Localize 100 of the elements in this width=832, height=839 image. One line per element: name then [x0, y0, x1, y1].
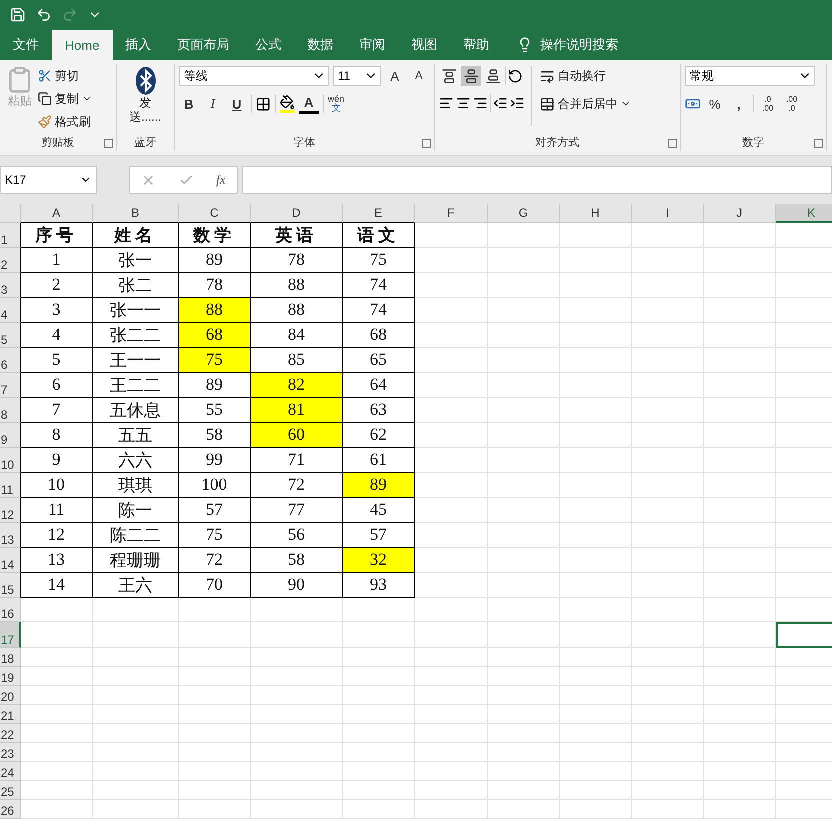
ribbon-tab[interactable]: 数据 [294, 30, 347, 60]
comma-button[interactable]: , [729, 94, 749, 114]
row-header[interactable]: 11 [0, 473, 21, 498]
group-label: 数字 [742, 136, 766, 151]
table-cell: 2 [21, 273, 93, 298]
wrap-text-button[interactable]: 自动换行 [538, 66, 633, 86]
table-cell: 61 [343, 448, 415, 473]
table-cell: 6 [21, 373, 93, 398]
table-cell: 75 [179, 523, 251, 548]
phonetic-label[interactable]: 文 [332, 104, 341, 113]
insert-function-button[interactable]: fx [216, 172, 226, 188]
name-box[interactable]: K17 [0, 166, 97, 194]
row-header[interactable]: 12 [0, 498, 21, 523]
percent-button[interactable]: % [705, 94, 725, 114]
underline-button[interactable]: U [227, 94, 247, 114]
column-header[interactable]: B [93, 204, 179, 223]
row-header[interactable]: 16 [0, 598, 21, 622]
row-header[interactable]: 23 [0, 743, 21, 762]
ribbon-tab[interactable]: 视图 [398, 30, 451, 60]
copy-button[interactable]: 复制 [36, 89, 94, 109]
table-cell: 65 [343, 348, 415, 373]
table-cell: 82 [251, 373, 343, 398]
row-header[interactable]: 25 [0, 781, 21, 800]
table-cell: 81 [251, 398, 343, 423]
row-header[interactable]: 22 [0, 724, 21, 743]
phonetic-label[interactable]: wén [328, 95, 345, 104]
table-cell: 57 [179, 498, 251, 523]
cut-button[interactable]: 剪切 [36, 66, 94, 86]
increase-decimal-button[interactable]: .0 .00 [758, 94, 778, 114]
row-header[interactable]: 3 [0, 273, 21, 298]
font-color-button[interactable]: A [299, 94, 319, 114]
row-header[interactable]: 24 [0, 762, 21, 781]
merge-center-button[interactable]: 合并后居中 [538, 94, 633, 114]
table-cell: 8 [21, 423, 93, 448]
row-header[interactable]: 1 [0, 223, 21, 248]
table-cell: 72 [179, 548, 251, 573]
tell-me-search[interactable]: 操作说明搜索 [540, 36, 619, 54]
table-cell: 88 [251, 298, 343, 323]
row-header[interactable]: 9 [0, 423, 21, 448]
row-header[interactable]: 10 [0, 448, 21, 473]
ribbon-tab[interactable]: Home [52, 30, 113, 60]
ribbon-tab[interactable]: 文件 [0, 30, 52, 60]
table-cell: 13 [21, 548, 93, 573]
row-header[interactable]: 17 [0, 622, 21, 648]
font-name-field[interactable]: 等线 [179, 66, 329, 86]
column-header[interactable]: H [560, 204, 632, 223]
column-header[interactable]: E [343, 204, 415, 223]
column-header[interactable]: F [415, 204, 488, 223]
ribbon-tab[interactable]: 页面布局 [164, 30, 243, 60]
row-header[interactable]: 26 [0, 800, 21, 819]
font-size-field[interactable]: 11 [333, 66, 381, 86]
shrink-font-button[interactable]: A [409, 66, 429, 86]
table-cell: 89 [179, 373, 251, 398]
table-cell: 11 [21, 498, 93, 523]
row-header[interactable]: 14 [0, 548, 21, 573]
row-header[interactable]: 19 [0, 667, 21, 686]
ribbon-tab[interactable]: 帮助 [450, 30, 503, 60]
column-header[interactable]: D [251, 204, 343, 223]
table-cell: 六六 [93, 448, 179, 473]
table-cell: 78 [251, 248, 343, 273]
table-cell: 序号 [21, 223, 93, 248]
table-cell: 75 [343, 248, 415, 273]
grow-font-button[interactable]: A [385, 66, 405, 86]
column-header[interactable]: J [704, 204, 776, 223]
decrease-decimal-button[interactable]: .00 .0 [782, 94, 802, 114]
table-cell: 62 [343, 423, 415, 448]
row-header[interactable]: 6 [0, 348, 21, 373]
column-header[interactable]: I [632, 204, 704, 223]
group-label: 对齐方式 [534, 136, 580, 151]
row-header[interactable]: 15 [0, 573, 21, 598]
ribbon-tab[interactable]: 公式 [242, 30, 295, 60]
row-header[interactable]: 5 [0, 323, 21, 348]
table-cell: 32 [343, 548, 415, 573]
table-cell: 语文 [343, 223, 415, 248]
format-painter-button[interactable]: 格式刷 [36, 112, 94, 132]
table-cell: 7 [21, 398, 93, 423]
row-header[interactable]: 4 [0, 298, 21, 323]
table-cell: 63 [343, 398, 415, 423]
table-cell: 75 [179, 348, 251, 373]
italic-button[interactable]: I [203, 94, 223, 114]
column-header[interactable]: A [21, 204, 93, 223]
row-header[interactable]: 7 [0, 373, 21, 398]
bluetooth-send-button[interactable]: 发送...... [126, 66, 166, 133]
table-cell: 英语 [251, 223, 343, 248]
column-header[interactable]: G [488, 204, 560, 223]
column-header[interactable]: C [179, 204, 251, 223]
row-header[interactable]: 8 [0, 398, 21, 423]
row-header[interactable]: 13 [0, 523, 21, 548]
row-header[interactable]: 21 [0, 705, 21, 724]
row-header[interactable]: 2 [0, 248, 21, 273]
row-header[interactable]: 20 [0, 686, 21, 705]
column-header[interactable]: K [776, 204, 832, 223]
table-cell: 88 [251, 273, 343, 298]
ribbon-tab[interactable]: 审阅 [346, 30, 399, 60]
ribbon-tab[interactable]: 插入 [112, 30, 165, 60]
number-format-field[interactable]: 常规 [685, 66, 815, 86]
bold-button[interactable]: B [179, 94, 199, 114]
group-label: 剪贴板 [40, 136, 76, 151]
row-header[interactable]: 18 [0, 648, 21, 667]
table-cell: 10 [21, 473, 93, 498]
